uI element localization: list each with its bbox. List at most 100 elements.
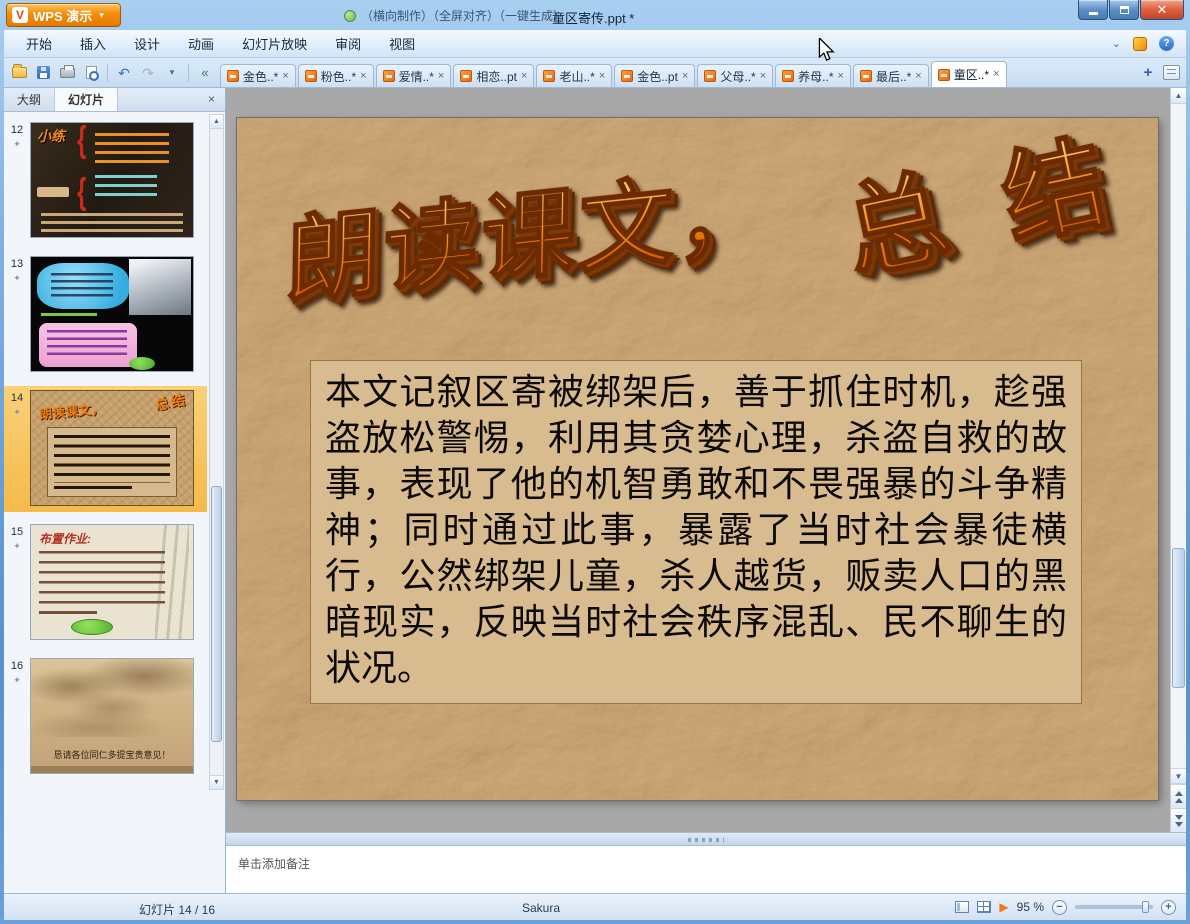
slide-thumbnail-16[interactable]: 16 ✦ 恳请各位同仁多提宝贵意见！ bbox=[4, 654, 207, 780]
tab-close-icon[interactable]: × bbox=[521, 70, 527, 82]
wps-app-menu-button[interactable]: V WPS 演示 ▾ bbox=[6, 3, 121, 27]
toolbar: ↶ ↷ ▾ « 金色..* × 粉色..* × 爱情..* × 相恋..pt × 老山.… bbox=[4, 58, 1186, 88]
tab-list-button[interactable] bbox=[1160, 62, 1182, 84]
slide-thumbnail-15[interactable]: 15 ✦ 布置作业: bbox=[4, 520, 207, 646]
print-preview-button[interactable] bbox=[80, 62, 102, 84]
decor-brace: { bbox=[77, 172, 87, 213]
tab-close-icon[interactable]: × bbox=[915, 70, 921, 82]
tab-close-icon[interactable]: × bbox=[599, 70, 605, 82]
slide-canvas[interactable]: 朗读课文， 总 结 本文记叙区寄被绑架后，善于抓住时机，趁强盗放松警惕，利用其贪… bbox=[237, 118, 1158, 800]
menu-item-design[interactable]: 设计 bbox=[120, 30, 174, 57]
doc-tab-label: 养母..* bbox=[798, 69, 834, 84]
menu-item-slideshow[interactable]: 幻灯片放映 bbox=[228, 30, 321, 57]
slide-thumbnail-12[interactable]: 12 ✦ 小练 { { bbox=[4, 118, 207, 244]
animation-star-icon: ✦ bbox=[13, 675, 21, 685]
tab-close-icon[interactable]: × bbox=[682, 70, 688, 82]
tab-close-icon[interactable]: × bbox=[282, 70, 288, 82]
vertical-scrollbar[interactable]: ▲ ▼ bbox=[1170, 88, 1186, 832]
zoom-slider[interactable] bbox=[1075, 901, 1153, 913]
zoom-percentage: 95 % bbox=[1016, 900, 1044, 914]
tab-close-icon[interactable]: × bbox=[838, 70, 844, 82]
menu-item-view[interactable]: 视图 bbox=[375, 30, 429, 57]
panel-scrollbar[interactable]: ▲ ▼ bbox=[209, 114, 224, 790]
decor-text-lines bbox=[39, 611, 97, 614]
collapse-ribbon-icon[interactable]: ⌄ bbox=[1112, 37, 1121, 50]
scrollbar-thumb[interactable] bbox=[1172, 548, 1185, 688]
panel-tabs: 大纲 幻灯片 × bbox=[4, 88, 225, 112]
decor-text-lines bbox=[95, 175, 157, 201]
toolbar-dropdown-button[interactable]: ▾ bbox=[161, 62, 183, 84]
doc-tab-jinse1[interactable]: 金色..* × bbox=[220, 64, 296, 87]
doc-tab-aiqing[interactable]: 爱情..* × bbox=[375, 64, 452, 87]
doc-tab-zuihou[interactable]: 最后..* × bbox=[852, 64, 929, 87]
toolbar-separator bbox=[188, 63, 189, 82]
chevron-down-icon: ▾ bbox=[99, 9, 104, 20]
doc-tab-fense[interactable]: 粉色..* × bbox=[297, 64, 374, 87]
menu-item-review[interactable]: 审阅 bbox=[321, 30, 375, 57]
doc-tab-jinse2[interactable]: 金色..pt × bbox=[614, 64, 696, 87]
zoom-slider-thumb[interactable] bbox=[1142, 901, 1150, 913]
menu-item-animation[interactable]: 动画 bbox=[174, 30, 228, 57]
close-icon: ✕ bbox=[1156, 1, 1168, 17]
new-tab-button[interactable]: + bbox=[1138, 63, 1158, 83]
app-button-label: WPS 演示 bbox=[33, 8, 93, 24]
maximize-button[interactable] bbox=[1109, 0, 1139, 20]
doc-tab-xianglian[interactable]: 相恋..pt × bbox=[453, 64, 535, 87]
doc-tab-fumu[interactable]: 父母..* × bbox=[697, 64, 774, 87]
save-button[interactable] bbox=[32, 62, 54, 84]
tab-close-icon[interactable]: × bbox=[993, 69, 999, 80]
doc-tab-laoshan[interactable]: 老山..* × bbox=[536, 64, 613, 87]
print-button[interactable] bbox=[56, 62, 78, 84]
undo-button[interactable]: ↶ bbox=[113, 62, 135, 84]
thumbnail-preview[interactable] bbox=[30, 256, 194, 372]
panel-scrollbar-thumb[interactable] bbox=[211, 485, 222, 742]
thumbnail-preview[interactable]: 小练 { { bbox=[30, 122, 194, 238]
scroll-up-icon[interactable]: ▲ bbox=[210, 115, 223, 129]
zoom-in-button[interactable]: + bbox=[1161, 899, 1176, 915]
notes-splitter-handle[interactable] bbox=[226, 832, 1186, 846]
animation-star-icon: ✦ bbox=[13, 139, 21, 149]
slide-sorter-view-icon[interactable] bbox=[977, 901, 992, 913]
scroll-down-icon[interactable]: ▼ bbox=[210, 775, 223, 789]
doc-tab-yangmu[interactable]: 养母..* × bbox=[775, 64, 851, 87]
panel-close-icon[interactable]: × bbox=[203, 91, 220, 108]
doc-tab-label: 粉色..* bbox=[320, 69, 357, 84]
scroll-up-icon[interactable]: ▲ bbox=[1171, 88, 1186, 104]
notes-pane[interactable]: 单击添加备注 bbox=[226, 846, 1186, 893]
open-button[interactable] bbox=[8, 62, 30, 84]
menu-item-start[interactable]: 开始 bbox=[12, 30, 66, 57]
tab-close-icon[interactable]: × bbox=[360, 70, 366, 82]
slide-body-textbox[interactable]: 本文记叙区寄被绑架后，善于抓住时机，趁强盗放松警惕，利用其贪婪心理，杀盗自救的故… bbox=[310, 360, 1082, 704]
redo-button[interactable]: ↷ bbox=[137, 62, 159, 84]
plugin-icon bbox=[344, 9, 356, 22]
tab-close-icon[interactable]: × bbox=[760, 70, 766, 82]
decor-mountain-image bbox=[129, 259, 191, 315]
thumbnail-preview[interactable]: 朗读课文， 总结 bbox=[30, 390, 194, 506]
ppt-file-icon bbox=[937, 68, 950, 81]
scroll-down-icon[interactable]: ▼ bbox=[1171, 768, 1186, 784]
doc-tab-tongqu-active[interactable]: 童区..* × bbox=[930, 61, 1007, 87]
slide-thumbnail-14-selected[interactable]: 14 ✦ 朗读课文， 总结 bbox=[4, 386, 207, 512]
thumbnail-preview[interactable]: 布置作业: bbox=[30, 524, 194, 640]
thumbnail-preview[interactable]: 恳请各位同仁多提宝贵意见！ bbox=[30, 658, 194, 774]
tab-slides[interactable]: 幻灯片 bbox=[55, 88, 119, 111]
slide-editing-area: 朗读课文， 总 结 本文记叙区寄被绑架后，善于抓住时机，趁强盗放松警惕，利用其贪… bbox=[226, 88, 1186, 832]
maximize-icon bbox=[1119, 5, 1129, 14]
normal-view-icon[interactable] bbox=[955, 901, 970, 913]
vip-icon[interactable] bbox=[1133, 36, 1147, 51]
tab-scroll-left-button[interactable]: « bbox=[194, 62, 216, 84]
next-slide-button[interactable] bbox=[1171, 808, 1186, 832]
menu-item-insert[interactable]: 插入 bbox=[66, 30, 120, 57]
close-button[interactable]: ✕ bbox=[1140, 0, 1184, 20]
minimize-button[interactable] bbox=[1078, 0, 1108, 20]
previous-slide-button[interactable] bbox=[1171, 784, 1186, 808]
redo-icon: ↷ bbox=[142, 64, 154, 81]
undo-icon: ↶ bbox=[118, 64, 130, 81]
tab-outline[interactable]: 大纲 bbox=[4, 88, 56, 111]
slideshow-play-icon[interactable]: ▶ bbox=[999, 901, 1008, 913]
slide-thumbnail-13[interactable]: 13 ✦ bbox=[4, 252, 207, 378]
doc-tab-label: 最后..* bbox=[875, 69, 912, 84]
help-icon[interactable]: ? bbox=[1159, 36, 1174, 51]
zoom-out-button[interactable]: − bbox=[1052, 899, 1067, 915]
tab-close-icon[interactable]: × bbox=[438, 70, 444, 82]
